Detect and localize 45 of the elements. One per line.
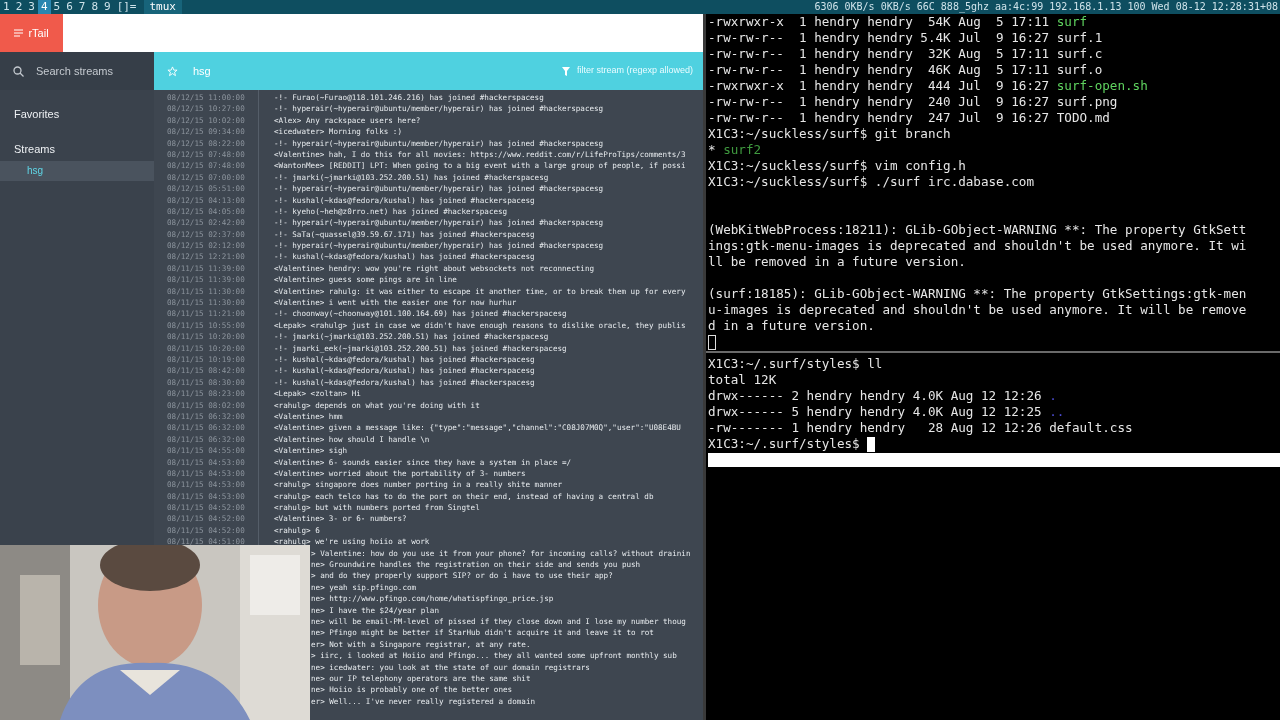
- window-title: tmux: [143, 0, 182, 14]
- terminal-line: drwx------ 5 hendry hendry 4.0K Aug 12 12:25 ..: [708, 404, 1065, 420]
- stream-name: hsg: [193, 63, 211, 79]
- terminal-line: total 12K: [708, 372, 777, 388]
- workspace-tab[interactable]: 7: [75, 0, 89, 14]
- workspace-tab[interactable]: 1: [0, 0, 13, 14]
- terminal-line: X1C3:~/suckless/surf$ vim config.h: [708, 158, 966, 174]
- sidebar-heading: Favorites: [13, 107, 61, 122]
- sidebar-item[interactable]: hsg: [0, 161, 154, 181]
- filter-icon: [561, 66, 570, 76]
- terminal-line: X1C3:~/.surf/styles$: [708, 436, 861, 452]
- workspace-tab[interactable]: 2: [12, 0, 26, 14]
- terminal-line: -rw-rw-r-- 1 hendry hendry 247 Jul 9 16:27 TODO.md: [708, 110, 1110, 126]
- star-icon[interactable]: [167, 65, 178, 77]
- terminal-line: u-images is deprecated and shouldn't be used anymore. It will be remove: [708, 302, 1247, 318]
- sidebar-heading: Streams: [13, 142, 56, 157]
- workspace-tab[interactable]: 9: [101, 0, 114, 14]
- terminal-line: drwx------ 2 hendry hendry 4.0K Aug 12 12:26 .: [708, 388, 1057, 404]
- terminal-line: -rwxrwxr-x 1 hendry hendry 444 Jul 9 16:27 surf-open.sh: [708, 78, 1148, 94]
- terminal-line: * surf2: [708, 142, 762, 158]
- terminal-line: ll be removed in a future version.: [708, 254, 966, 270]
- terminal-line: -rw-rw-r-- 1 hendry hendry 46K Aug 5 17:11 surf.o: [708, 62, 1103, 78]
- terminal-line: d in a future version.: [708, 318, 875, 334]
- layout-indicator[interactable]: []=: [113, 0, 140, 14]
- workspace-tab[interactable]: 8: [88, 0, 101, 14]
- search-field[interactable]: Search streams: [0, 52, 154, 90]
- terminal-line: -rw-rw-r-- 1 hendry hendry 5.4K Jul 9 16:27 surf.1: [708, 30, 1103, 46]
- terminal-line: ings:gtk-menu-images is deprecated and shouldn't be used anymore. It wi: [708, 238, 1247, 254]
- workspace-tab[interactable]: 4: [37, 0, 51, 14]
- logo-text: rTail: [28, 25, 49, 41]
- terminal-line: -rw-rw-r-- 1 hendry hendry 32K Aug 5 17:11 surf.c: [708, 46, 1103, 62]
- search-icon: [13, 65, 24, 77]
- terminal-line: X1C3:~/.surf/styles$ ll: [708, 356, 883, 372]
- terminal-line: -rw------- 1 hendry hendry 28 Aug 12 12:26 default.css: [708, 420, 1133, 436]
- system-status: 6306 0KB/s 0KB/s 66C 888_5ghz aa:4c:99 192.168.1.13 100 Wed 08-12 12:28:31+08: [814, 0, 1279, 14]
- terminal-line: (surf:18185): GLib-GObject-WARNING **: The property GtkSettings:gtk-men: [708, 286, 1247, 302]
- workspace-tab[interactable]: 5: [50, 0, 64, 14]
- terminal-line: X1C3:~/suckless/surf$ git branch: [708, 126, 951, 142]
- terminal-line: -rw-rw-r-- 1 hendry hendry 240 Jul 9 16:27 surf.png: [708, 94, 1118, 110]
- terminal-line: (WebKitWebProcess:18211): GLib-GObject-WARNING **: The property GtkSett: [708, 222, 1247, 238]
- workspace-tab[interactable]: 3: [25, 0, 38, 14]
- terminal-line: X1C3:~/suckless/surf$ ./surf irc.dabase.com: [708, 174, 1035, 190]
- workspace-tab[interactable]: 6: [63, 0, 76, 14]
- terminal-line: -rwxrwxr-x 1 hendry hendry 54K Aug 5 17:11 surf: [708, 14, 1088, 30]
- menu-icon: [14, 29, 24, 37]
